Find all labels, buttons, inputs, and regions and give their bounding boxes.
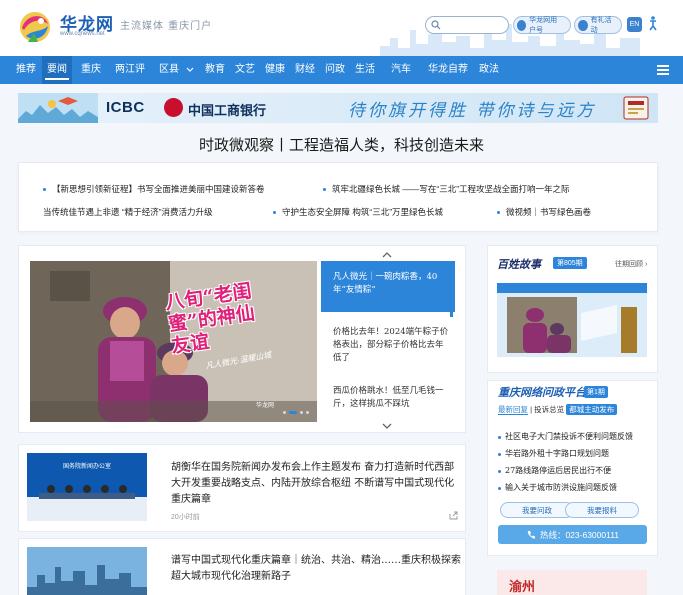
nav-item[interactable]: 重庆	[72, 56, 110, 84]
banner-art-icon	[18, 93, 98, 123]
account-label: 华龙网用户号	[529, 17, 558, 34]
top-header: 华龙网 www.cqnews.net 主流媒体 重庆门户 华龙网用户号 有礼活动…	[0, 0, 683, 56]
nav-item[interactable]: 问政	[320, 56, 350, 84]
page-headline[interactable]: 时政微观察丨工程造福人类，科技创造未来	[0, 134, 683, 155]
ad-banner[interactable]: ICBC 中国工商银行 待你旗开得胜 带你诗与远方	[18, 93, 658, 123]
search-input[interactable]	[444, 18, 506, 32]
headline-links: 【新思想引领新征程】书写全面推进美丽中国建设新答卷 筑牢北疆绿色长城 ——写在“…	[18, 162, 658, 232]
site-url: www.cqnews.net	[60, 31, 105, 37]
news-thumb-caption: 国务院新闻办公室	[62, 464, 111, 470]
carousel-dots[interactable]	[283, 411, 309, 414]
feature-photo-title: 八旬“老闺蜜”的神仙友谊	[163, 280, 257, 358]
tab-latest[interactable]: 最新回复	[498, 405, 528, 415]
accessibility-icon[interactable]	[646, 16, 660, 32]
news-item[interactable]: 国务院新闻办公室 胡衡华在国务院新闻办发布会上作主题发布 奋力打造新时代西部大开…	[18, 444, 466, 532]
story-image-art	[497, 283, 647, 357]
promo-text: 渝州	[509, 580, 536, 595]
headline-link[interactable]: 当传统佳节遇上非遗 “精于经济”消费活力升级	[43, 206, 213, 218]
nav-item[interactable]: 生活	[350, 56, 380, 84]
city-skyline-art	[27, 547, 147, 595]
chevron-up-icon[interactable]	[382, 251, 392, 258]
bullet-icon	[497, 211, 500, 215]
news-title[interactable]: 胡衡华在国务院新闻办发布会上作主题发布 奋力打造新时代西部大开发重要战略支点、内…	[171, 460, 461, 508]
nav-item[interactable]: 财经	[290, 56, 320, 84]
bullet-icon	[43, 188, 46, 192]
tab-overview[interactable]: 投诉总览	[534, 405, 564, 414]
news-title[interactable]: 谱写中国式现代化重庆篇章｜统治、共治、精治……重庆积极探索超大城市现代化治理新路…	[171, 553, 461, 585]
search-box[interactable]	[425, 16, 509, 34]
feature-side-item[interactable]: 价格比去年！2024端午粽子价格表出，部分粽子价格比去年低了	[321, 316, 455, 367]
site-logo-icon[interactable]	[14, 6, 56, 48]
headline-link[interactable]: 【新思想引领新征程】书写全面推进美丽中国建设新答卷	[43, 183, 265, 195]
headline-link[interactable]: 筑牢北疆绿色长城 ——写在“三北”工程攻坚战全面打响一年之际	[323, 183, 570, 195]
language-button[interactable]: EN	[627, 17, 642, 32]
news-thumbnail[interactable]	[27, 547, 147, 595]
carousel-dot[interactable]	[300, 411, 303, 414]
tab-release[interactable]: 都城主动发布	[566, 404, 618, 415]
headline-link[interactable]: 微视频｜书写绿色画卷	[497, 206, 591, 218]
icbc-logo-icon	[164, 98, 183, 117]
news-thumbnail[interactable]: 国务院新闻办公室	[27, 453, 147, 521]
carousel-dot-active[interactable]	[289, 411, 297, 414]
ask-button[interactable]: 我要问政	[500, 502, 574, 518]
share-icon[interactable]	[449, 511, 458, 520]
feature-side-item[interactable]: 凡人微光｜一碗肉粽香，40年“友情粽”	[321, 261, 455, 312]
nav-item[interactable]: 健康	[260, 56, 290, 84]
wenzheng-badge: 第1期	[584, 386, 608, 398]
user-icon	[517, 19, 527, 31]
hotline-label: 热线：023-63000111	[539, 529, 620, 540]
wenzheng-item[interactable]: 输入关于城市防洪设施问题反馈	[498, 482, 617, 493]
menu-icon[interactable]	[657, 65, 669, 75]
news-time: 20小时前	[171, 514, 200, 521]
banner-slogan: 待你旗开得胜 带你诗与远方	[348, 101, 597, 121]
nav-item[interactable]: 要闻	[42, 56, 72, 84]
nav-item[interactable]: 华龙自荐	[422, 56, 474, 84]
bullet-icon	[273, 211, 276, 215]
feature-photo-logo: 华龙网	[256, 403, 275, 409]
site-slogan: 主流媒体 重庆门户	[120, 21, 213, 32]
nav-item[interactable]: 汽车	[380, 56, 422, 84]
feature-scrollbar[interactable]	[450, 261, 453, 317]
news-item[interactable]: 谱写中国式现代化重庆篇章｜统治、共治、精治……重庆积极探索超大城市现代化治理新路…	[18, 538, 466, 595]
cart-icon	[578, 19, 588, 31]
feature-side-list: 凡人微光｜一碗肉粽香，40年“友情粽” 价格比去年！2024端午粽子价格表出，部…	[321, 261, 455, 422]
nav-item[interactable]: 教育	[200, 56, 230, 84]
hotline-button[interactable]: 热线：023-63000111	[498, 525, 647, 544]
nav-item[interactable]: 推荐	[10, 56, 42, 84]
story-more-link[interactable]: 往期回顾 ›	[615, 259, 647, 269]
main-nav: 推荐 要闻 重庆 两江评 区县 教育 文艺 健康 财经 问政 生活 汽车 华龙自荐 政法	[0, 56, 683, 84]
story-image[interactable]	[497, 283, 647, 357]
wenzheng-item[interactable]: 社区电子大门禁投诉不便利问题反馈	[498, 431, 633, 442]
banner-brand: ICBC	[106, 99, 145, 116]
nav-item[interactable]: 区县	[150, 56, 188, 84]
nav-item[interactable]: 政法	[474, 56, 504, 84]
wenzheng-logo[interactable]: 重庆网络问政平台	[498, 384, 586, 400]
phone-icon	[527, 530, 535, 539]
nav-item[interactable]: 文艺	[230, 56, 260, 84]
wenzheng-item[interactable]: 华岩路外租十字路口规划问题	[498, 448, 609, 459]
report-button[interactable]: 我要报料	[565, 502, 639, 518]
account-button[interactable]: 华龙网用户号	[513, 16, 571, 34]
carousel-dot[interactable]	[306, 411, 309, 414]
feature-side-item[interactable]: 西瓜价格跳水！低至几毛钱一斤，这样挑瓜不踩坑	[321, 375, 455, 426]
promo-panel[interactable]: 渝州	[497, 570, 647, 595]
banner-card-icon	[623, 96, 649, 120]
activity-button[interactable]: 有礼活动	[574, 16, 622, 34]
story-logo[interactable]: 百姓故事	[497, 256, 541, 272]
headline-link[interactable]: 守护生态安全屏障 构筑“三北”万里绿色长城	[273, 206, 443, 218]
wenzheng-tabs: 最新回复 | 投诉总览 都城主动发布	[498, 404, 618, 415]
story-issue-badge: 第805期	[553, 257, 587, 269]
banner-bank-name: 中国工商银行	[188, 103, 267, 118]
bullet-icon	[323, 188, 326, 192]
wenzheng-item[interactable]: 27路线路停运后居民出行不便	[498, 465, 611, 476]
page: 华龙网 www.cqnews.net 主流媒体 重庆门户 华龙网用户号 有礼活动…	[0, 0, 683, 595]
activity-label: 有礼活动	[590, 17, 612, 34]
nav-item[interactable]: 两江评	[110, 56, 150, 84]
carousel-dot[interactable]	[283, 411, 286, 414]
search-icon[interactable]	[431, 20, 441, 30]
